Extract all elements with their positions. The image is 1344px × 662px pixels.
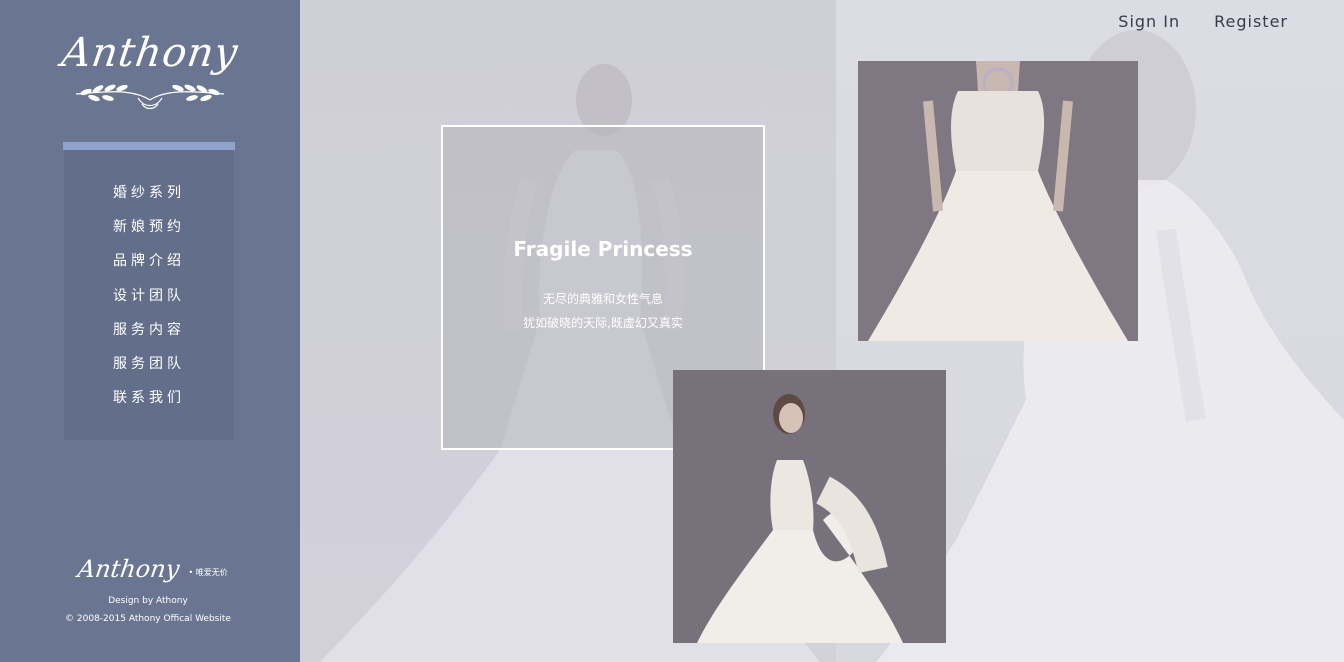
top-nav: Sign In Register [1118,12,1288,31]
bride-front-image [858,61,1138,341]
bride-side-image [673,370,946,643]
sidebar: Anthony 婚纱系列 新娘预约 品牌介绍 设计团队 服务内容 服务团队 联系… [0,0,300,662]
laurel-flourish-icon [75,84,225,110]
register-link[interactable]: Register [1214,12,1288,31]
nav-item-bride-appointment[interactable]: 新娘预约 [64,218,234,252]
nav-item-services[interactable]: 服务内容 [64,321,234,355]
gown-photo-front[interactable] [858,61,1138,341]
nav-item-brand-intro[interactable]: 品牌介绍 [64,252,234,286]
footer-logo: Anthony • 唯爱无价 [76,555,238,585]
feature-line-2: 犹如破晓的天际,既虚幻又真实 [523,316,683,330]
copyright: © 2008-2015 Athony Offical Website [65,614,231,624]
nav-accent-bar [63,142,235,150]
logo-wordmark: Anthony [58,30,242,76]
nav-item-service-team[interactable]: 服务团队 [64,355,234,389]
nav-item-wedding-dresses[interactable]: 婚纱系列 [64,184,234,218]
feature-title: Fragile Princess [513,237,693,261]
brand-logo[interactable]: Anthony [58,30,242,125]
nav-list: 婚纱系列 新娘预约 品牌介绍 设计团队 服务内容 服务团队 联系我们 [64,150,234,423]
footer-tagline: • 唯爱无价 [188,568,228,577]
sign-in-link[interactable]: Sign In [1118,12,1180,31]
footer-logo-wordmark: Anthony [76,555,182,583]
design-credit: Design by Athony [108,596,188,606]
nav-item-contact[interactable]: 联系我们 [64,389,234,423]
main-nav: 婚纱系列 新娘预约 品牌介绍 设计团队 服务内容 服务团队 联系我们 [64,150,234,440]
feature-line-1: 无尽的典雅和女性气息 [542,292,663,306]
gown-photo-side[interactable] [673,370,946,643]
nav-item-design-team[interactable]: 设计团队 [64,287,234,321]
